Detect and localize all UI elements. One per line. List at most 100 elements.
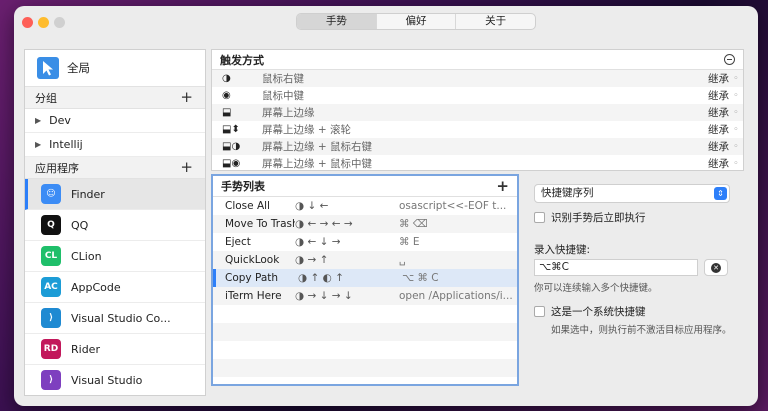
visual-studio-icon: ⟩ <box>41 370 61 390</box>
empty-row <box>213 359 517 377</box>
finder-icon: ☺ <box>41 184 61 204</box>
gesture-command: open /Applications/i... <box>399 290 513 302</box>
app-name: Rider <box>71 342 100 356</box>
sidebar-app-item[interactable]: ⟩ Visual Studio Co... <box>25 303 205 334</box>
titlebar: 手势 偏好 关于 <box>14 6 758 38</box>
close-window-button[interactable] <box>22 17 33 28</box>
gesture-name: Move To Trash <box>225 218 295 230</box>
trigger-name: 屏幕上边缘 <box>262 107 315 119</box>
trigger-name: 屏幕上边缘 + 鼠标中键 <box>262 158 372 170</box>
trigger-action[interactable]: 继承 <box>689 105 729 120</box>
sidebar-app-item[interactable]: AC AppCode <box>25 272 205 303</box>
clion-icon: CL <box>41 246 61 266</box>
dropdown-indicator-icon[interactable]: ◦ <box>729 91 743 101</box>
add-group-button[interactable]: + <box>180 90 193 105</box>
app-name: AppCode <box>71 280 121 294</box>
gesture-row[interactable]: Copy Path ◑ ↑ ◐ ↑ ⌥ ⌘ C <box>213 269 517 287</box>
trigger-action[interactable]: 继承 <box>689 156 729 170</box>
trigger-icon: ⬓◑ <box>222 141 241 152</box>
trigger-name: 屏幕上边缘 + 鼠标右键 <box>262 141 372 153</box>
rider-icon: RD <box>41 339 61 359</box>
empty-row <box>213 341 517 359</box>
gesture-pattern: ◑ → ↓ → ↓ <box>295 290 353 302</box>
system-shortcut-hint: 如果选中，则执行前不激活目标应用程序。 <box>551 325 732 336</box>
gesture-list-title: 手势列表 <box>221 180 265 193</box>
gesture-pattern: ◑ → ↑ <box>295 254 329 266</box>
trigger-name: 屏幕上边缘 + 滚轮 <box>262 124 351 136</box>
cursor-icon <box>37 57 59 79</box>
gesture-command: osascript<<-EOF t... <box>399 200 507 212</box>
clear-icon: ✕ <box>711 262 721 273</box>
app-name: QQ <box>71 218 89 232</box>
app-list: ☺ Finder Q QQ CL CLion AC AppCode ⟩ Visual Studio… <box>25 179 205 395</box>
trigger-row[interactable]: ⬓ 屏幕上边缘 继承 ◦ <box>212 104 743 121</box>
shortcut-field[interactable]: ⌥⌘C <box>534 259 698 276</box>
trigger-row[interactable]: ⬓◑ 屏幕上边缘 + 鼠标右键 继承 ◦ <box>212 138 743 155</box>
gesture-row[interactable]: Close All ◑ ↓ ← osascript<<-EOF t... <box>213 197 517 215</box>
add-app-button[interactable]: + <box>180 160 193 175</box>
trigger-action[interactable]: 继承 <box>689 122 729 137</box>
gesture-name: Copy Path <box>225 272 279 284</box>
group-label: Dev <box>49 114 71 127</box>
qq-icon: Q <box>41 215 61 235</box>
checkbox-box[interactable] <box>534 212 545 223</box>
gesture-command: ␣ <box>399 254 406 266</box>
dropdown-indicator-icon[interactable]: ◦ <box>729 74 743 84</box>
trigger-row[interactable]: ⬓◉ 屏幕上边缘 + 鼠标中键 继承 ◦ <box>212 155 743 170</box>
minimize-window-button[interactable] <box>38 17 49 28</box>
tab-preferences[interactable]: 偏好 <box>377 14 457 29</box>
sidebar-item-label: 全局 <box>67 61 90 75</box>
chevron-updown-icon: ⇕ <box>714 187 727 200</box>
sidebar-app-item[interactable]: Q QQ <box>25 210 205 241</box>
gesture-pattern: ◑ ← → ← → <box>295 218 353 230</box>
tab-about[interactable]: 关于 <box>456 14 535 29</box>
system-shortcut-checkbox[interactable]: 这是一个系统快捷键 <box>534 304 646 319</box>
disclosure-triangle-icon[interactable]: ▶ <box>35 140 41 149</box>
trigger-icon: ⬓⬍ <box>222 124 240 135</box>
trigger-action[interactable]: 继承 <box>689 71 729 86</box>
gesture-pattern: ◑ ← ↓ → <box>295 236 341 248</box>
app-name: CLion <box>71 249 102 263</box>
add-gesture-button[interactable]: + <box>496 178 509 194</box>
checkbox-box[interactable] <box>534 306 545 317</box>
sidebar: 全局 分组 + ▶ Dev ▶ Intellij 应用程序 + ☺ Finder Q… <box>24 49 206 396</box>
tab-gestures[interactable]: 手势 <box>297 14 377 29</box>
trigger-row[interactable]: ◉ 鼠标中键 继承 ◦ <box>212 87 743 104</box>
dropdown-indicator-icon[interactable]: ◦ <box>729 125 743 135</box>
sidebar-app-item[interactable]: RD Rider <box>25 334 205 365</box>
dropdown-indicator-icon[interactable]: ◦ <box>729 108 743 118</box>
zoom-window-button[interactable] <box>54 17 65 28</box>
trigger-header: 触发方式 <box>212 50 743 70</box>
execute-immediately-checkbox[interactable]: 识别手势后立即执行 <box>534 210 646 225</box>
trigger-row[interactable]: ⬓⬍ 屏幕上边缘 + 滚轮 继承 ◦ <box>212 121 743 138</box>
collapse-icon[interactable] <box>724 54 735 65</box>
gesture-row[interactable]: Eject ◑ ← ↓ → ⌘ E <box>213 233 517 251</box>
clear-shortcut-button[interactable]: ✕ <box>704 259 728 276</box>
sidebar-group-intellij[interactable]: ▶ Intellij <box>25 133 205 157</box>
sidebar-group-dev[interactable]: ▶ Dev <box>25 109 205 133</box>
gesture-row[interactable]: Move To Trash ◑ ← → ← → ⌘ ⌫ <box>213 215 517 233</box>
gesture-name: iTerm Here <box>225 290 282 302</box>
sidebar-app-item[interactable]: ☺ Finder <box>25 179 205 210</box>
trigger-action[interactable]: 继承 <box>689 88 729 103</box>
apps-header: 应用程序 + <box>25 157 205 179</box>
action-type-select[interactable]: 快捷键序列 ⇕ <box>534 184 730 203</box>
gesture-list-panel: 手势列表 + Close All ◑ ↓ ← osascript<<-EOF t..… <box>211 174 519 386</box>
vscode-icon: ⟩ <box>41 308 61 328</box>
gesture-row[interactable]: QuickLook ◑ → ↑ ␣ <box>213 251 517 269</box>
dropdown-indicator-icon[interactable]: ◦ <box>729 159 743 169</box>
trigger-title: 触发方式 <box>220 53 264 67</box>
sidebar-app-item[interactable]: ⟩ Visual Studio <box>25 365 205 395</box>
gesture-pattern: ◑ ↑ ◐ ↑ <box>298 272 344 284</box>
multi-shortcut-hint: 你可以连续输入多个快捷键。 <box>534 283 658 294</box>
empty-row <box>213 305 517 323</box>
gesture-name: QuickLook <box>225 254 280 266</box>
action-type-value: 快捷键序列 <box>541 187 594 199</box>
trigger-row[interactable]: ◑ 鼠标右键 继承 ◦ <box>212 70 743 87</box>
trigger-action[interactable]: 继承 <box>689 139 729 154</box>
dropdown-indicator-icon[interactable]: ◦ <box>729 142 743 152</box>
disclosure-triangle-icon[interactable]: ▶ <box>35 116 41 125</box>
sidebar-item-global[interactable]: 全局 <box>25 50 205 87</box>
gesture-row[interactable]: iTerm Here ◑ → ↓ → ↓ open /Applications/i.… <box>213 287 517 305</box>
sidebar-app-item[interactable]: CL CLion <box>25 241 205 272</box>
